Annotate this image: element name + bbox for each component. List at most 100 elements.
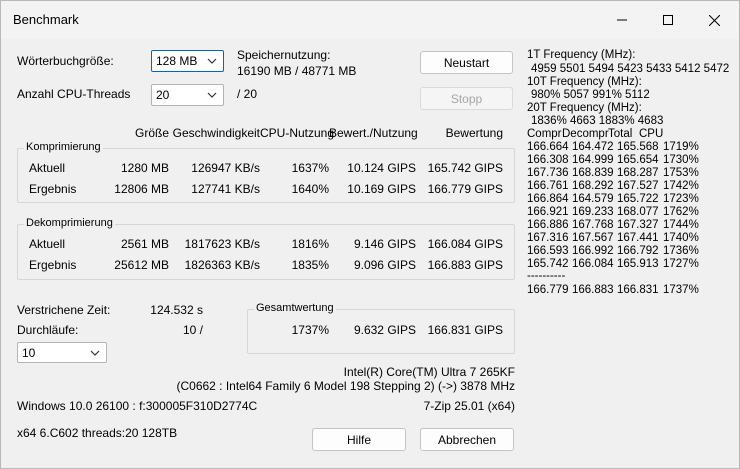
cell-rating-usage: 10.124 GIPS <box>347 161 416 175</box>
log-cell-compr: 166.664 <box>527 141 569 153</box>
passes-label: Durchläufe: <box>17 323 79 337</box>
cell-speed: 126947 KB/s <box>191 161 260 175</box>
maximize-button[interactable] <box>645 1 691 39</box>
log-cell-decompr: 166.992 <box>572 245 614 257</box>
cell-speed: 127741 KB/s <box>191 182 260 196</box>
close-button[interactable] <box>691 1 737 39</box>
passes-value: 10 / <box>183 323 204 337</box>
header-size: Größe <box>134 126 169 140</box>
cell-size: 1280 MB <box>120 161 169 175</box>
minimize-button[interactable] <box>599 1 645 39</box>
cell-cpu: 1640% <box>291 182 329 196</box>
compression-group-label: Komprimierung <box>24 141 103 153</box>
build-info: x64 6.C602 threads:20 128TB <box>17 426 178 440</box>
cell-rating: 166.779 GIPS <box>427 182 503 196</box>
elapsed-time-value: 124.532 s <box>150 303 203 317</box>
log-summary-cpu: 1737% <box>663 284 699 296</box>
cell-speed: 1817623 KB/s <box>184 237 260 251</box>
log-cell-decompr: 164.999 <box>572 154 614 166</box>
cpu-threads-max: / 20 <box>237 87 258 101</box>
freq-10t-values: 980% 5057 991% 5112 <box>531 89 650 101</box>
log-cell-compr: 166.921 <box>527 206 569 218</box>
log-cell-cpu: 1744% <box>663 219 699 231</box>
window-title: Benchmark <box>13 12 79 27</box>
dictionary-size-label: Wörterbuchgröße: <box>17 54 114 68</box>
row-label: Aktuell <box>29 161 66 175</box>
log-cell-total: 166.792 <box>617 245 659 257</box>
freq-1t-label: 1T Frequency (MHz): <box>527 49 636 61</box>
header-rating: Bewertung <box>445 126 503 140</box>
dictionary-size-value: 128 MB <box>156 54 198 68</box>
log-cell-cpu: 1762% <box>663 206 699 218</box>
log-cell-decompr: 164.472 <box>572 141 614 153</box>
memory-usage-value: 16190 MB / 48771 MB <box>237 64 357 78</box>
total-rating-usage: 9.632 GIPS <box>353 323 416 337</box>
log-cell-cpu: 1740% <box>663 232 699 244</box>
row-label: Ergebnis <box>29 182 77 196</box>
freq-20t-label: 20T Frequency (MHz): <box>527 102 642 114</box>
benchmark-window: Benchmark Wörterbuchgröße: 128 MB Anzahl… <box>0 0 740 469</box>
decompression-group-label: Dekomprimierung <box>24 217 115 229</box>
maximize-icon <box>663 15 673 25</box>
cpu-threads-value: 20 <box>156 88 170 102</box>
log-cell-cpu: 1727% <box>663 258 699 270</box>
log-header-total: Total <box>608 128 633 140</box>
log-cell-compr: 166.593 <box>527 245 569 257</box>
log-cell-compr: 166.864 <box>527 193 569 205</box>
cell-rating: 165.742 GIPS <box>427 161 503 175</box>
log-cell-total: 165.722 <box>617 193 659 205</box>
log-cell-cpu: 1719% <box>663 141 699 153</box>
freq-20t-values: 1836% 4663 1883% 4683 <box>531 115 664 127</box>
log-cell-decompr: 167.567 <box>572 232 614 244</box>
log-summary-total: 166.831 <box>617 284 659 296</box>
restart-button[interactable]: Neustart <box>420 51 513 74</box>
title-bar[interactable]: Benchmark <box>1 1 739 39</box>
total-cpu: 1737% <box>291 323 329 337</box>
log-cell-total: 167.441 <box>617 232 659 244</box>
help-button[interactable]: Hilfe <box>312 428 406 451</box>
close-icon <box>708 14 720 26</box>
stop-button[interactable]: Stopp <box>420 87 513 110</box>
log-cell-compr: 166.308 <box>527 154 569 166</box>
cell-cpu: 1835% <box>291 258 329 272</box>
log-cell-decompr: 169.233 <box>572 206 614 218</box>
log-cell-cpu: 1742% <box>663 180 699 192</box>
header-rating-usage: Bewert./Nutzung <box>329 126 418 140</box>
log-cell-decompr: 168.839 <box>572 167 614 179</box>
log-cell-total: 168.287 <box>617 167 659 179</box>
log-cell-cpu: 1753% <box>663 167 699 179</box>
row-label: Aktuell <box>29 237 66 251</box>
cancel-button[interactable]: Abbrechen <box>420 428 514 451</box>
header-cpu-usage: CPU-Nutzung <box>260 126 335 140</box>
total-rating: 166.831 GIPS <box>427 323 503 337</box>
elapsed-time-label: Verstrichene Zeit: <box>17 303 111 317</box>
log-separator: ---------- <box>527 270 566 282</box>
log-cell-compr: 166.886 <box>527 219 569 231</box>
cell-cpu: 1637% <box>291 161 329 175</box>
log-summary-compr: 166.779 <box>527 284 569 296</box>
log-cell-total: 167.527 <box>617 180 659 192</box>
log-cell-total: 165.913 <box>617 258 659 270</box>
log-cell-decompr: 167.768 <box>572 219 614 231</box>
log-cell-compr: 167.736 <box>527 167 569 179</box>
os-info: Windows 10.0 26100 : f:300005F310D2774C <box>17 399 258 413</box>
header-speed: Geschwindigkeit <box>172 126 260 140</box>
chevron-down-icon <box>90 350 100 356</box>
cell-size: 25612 MB <box>114 258 169 272</box>
cpu-threads-select[interactable]: 20 <box>151 84 224 106</box>
log-cell-decompr: 166.084 <box>572 258 614 270</box>
cpu-details: (C0662 : Intel64 Family 6 Model 198 Step… <box>176 379 515 393</box>
cell-rating: 166.084 GIPS <box>427 237 503 251</box>
cell-rating-usage: 9.096 GIPS <box>353 258 416 272</box>
dictionary-size-select[interactable]: 128 MB <box>151 50 224 72</box>
minimize-icon <box>617 19 627 21</box>
chevron-down-icon <box>207 58 217 64</box>
log-summary-decompr: 166.883 <box>572 284 614 296</box>
passes-select[interactable]: 10 <box>17 342 107 363</box>
log-cell-total: 168.077 <box>617 206 659 218</box>
freq-10t-label: 10T Frequency (MHz): <box>527 76 642 88</box>
total-rating-label: Gesamtwertung <box>254 302 336 314</box>
log-cell-total: 167.327 <box>617 219 659 231</box>
log-header-cpu: CPU <box>639 128 664 140</box>
cell-cpu: 1816% <box>291 237 329 251</box>
